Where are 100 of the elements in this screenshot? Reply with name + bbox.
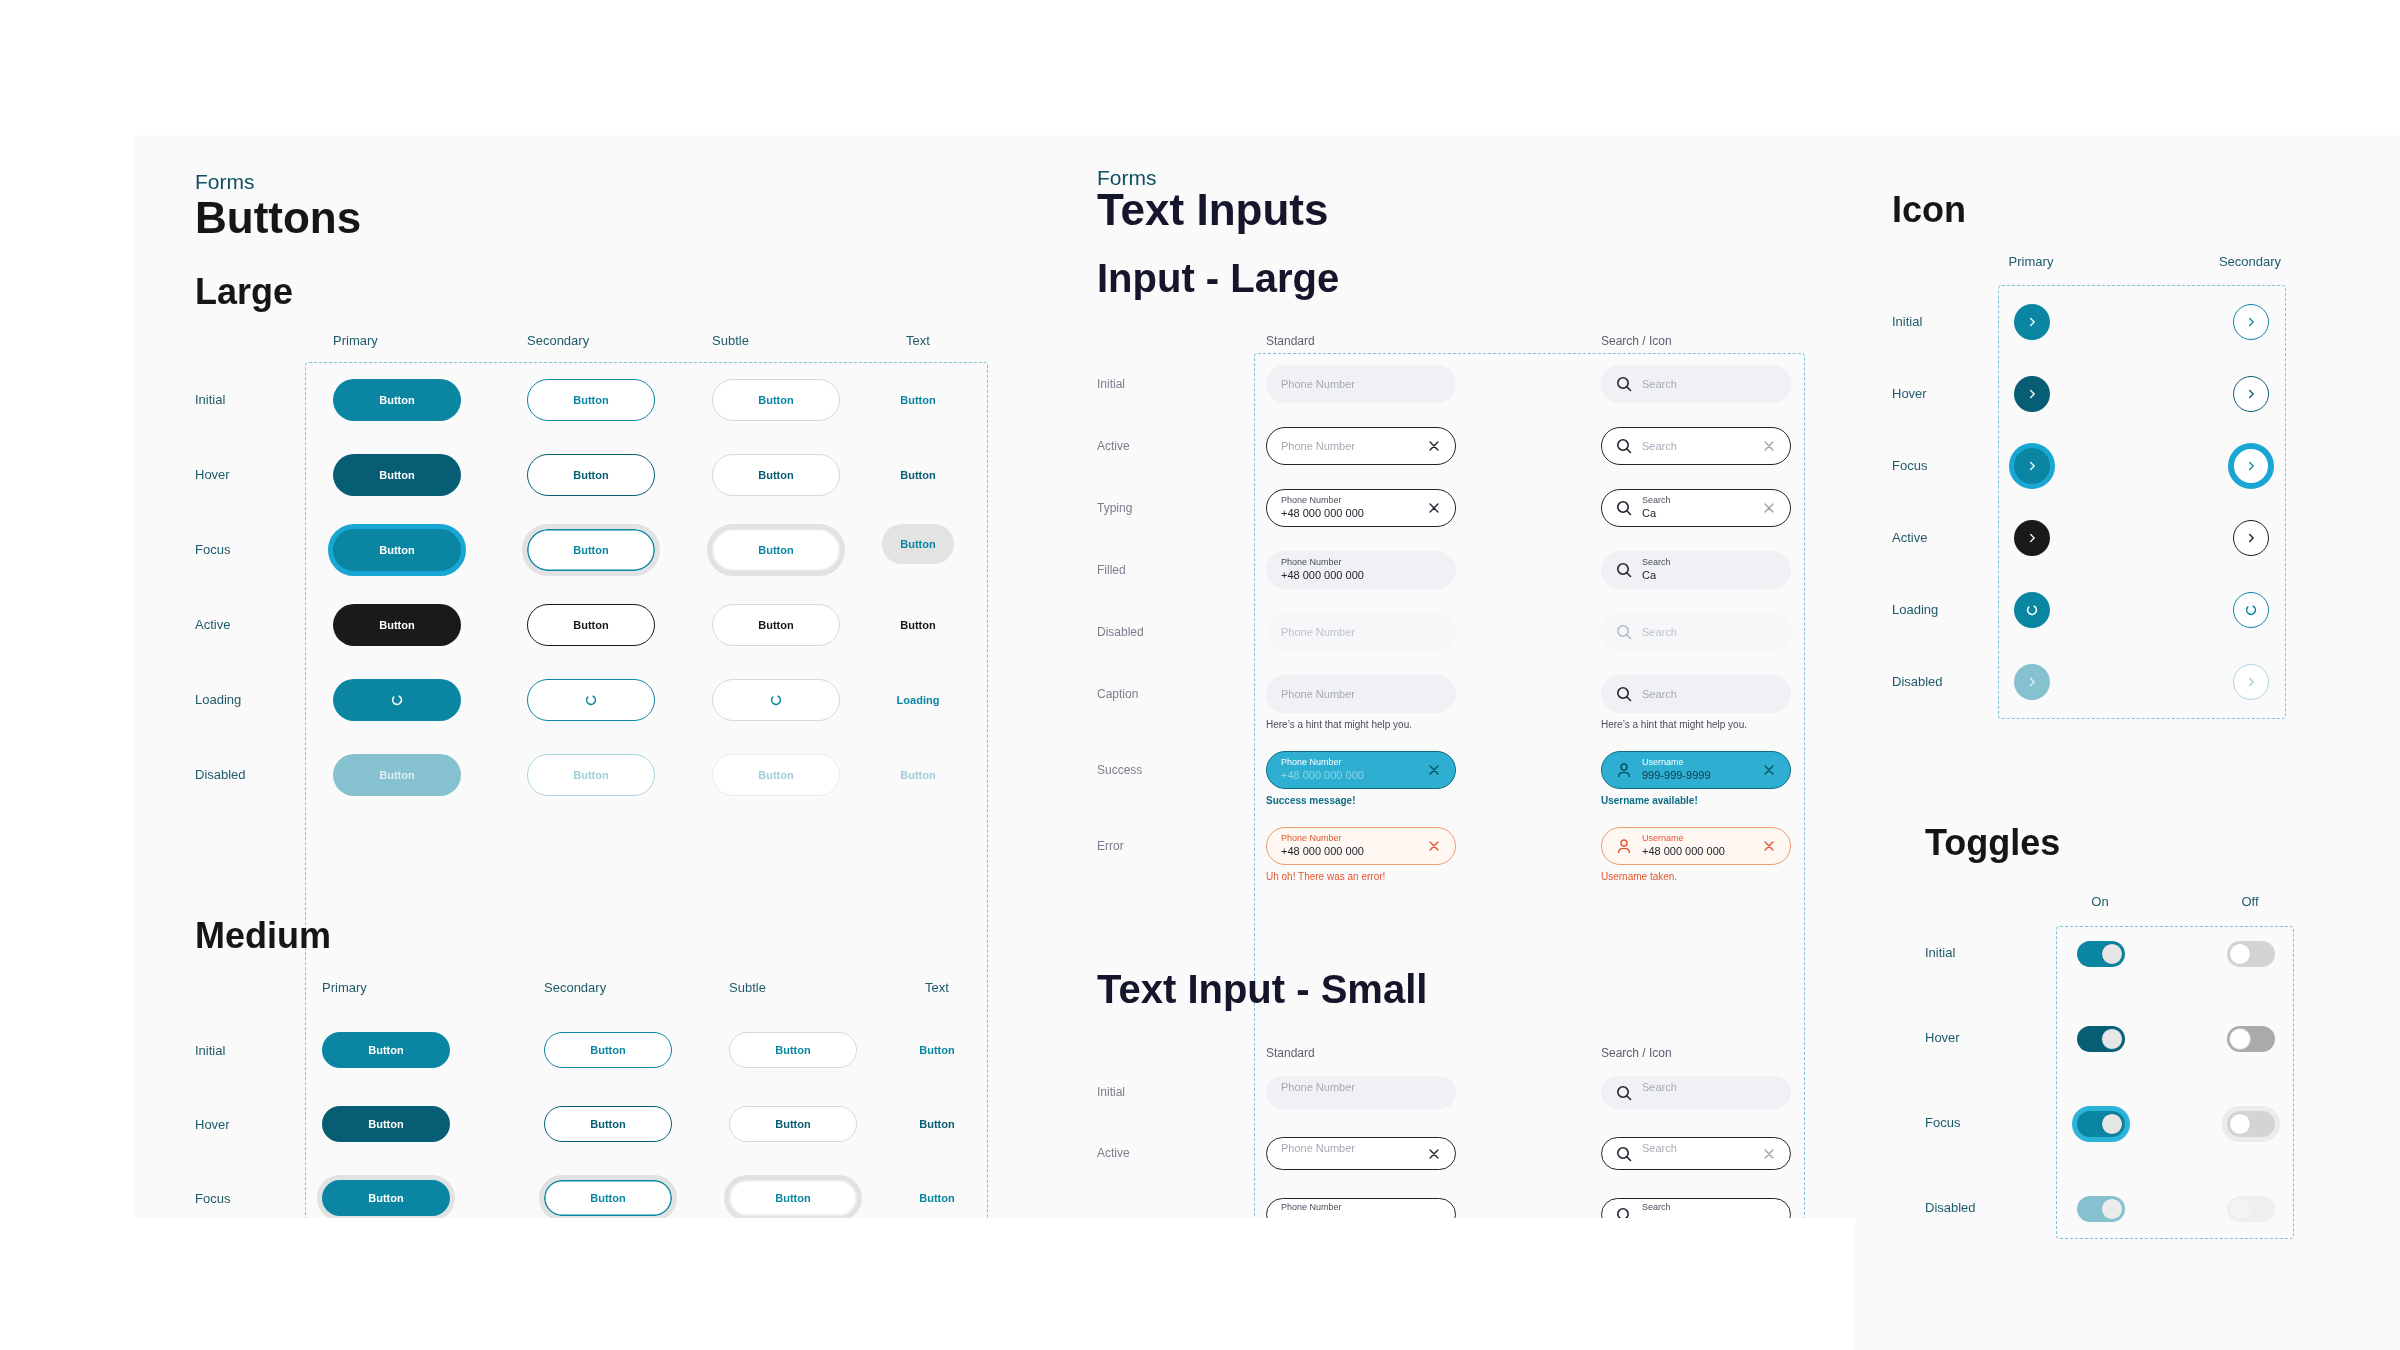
helper-text: Success message! <box>1266 794 1357 808</box>
secondary-button[interactable]: Button <box>527 378 655 421</box>
icon-button[interactable] <box>2014 376 2050 412</box>
search-field[interactable]: Search <box>1601 427 1791 465</box>
clear-icon[interactable] <box>1427 501 1441 515</box>
subtle-button[interactable]: Button <box>712 378 840 421</box>
secondary-button[interactable]: Button <box>527 603 655 646</box>
text-button[interactable]: Button <box>893 603 943 646</box>
row-label: Typing <box>1097 500 1134 517</box>
input-field[interactable]: Phone Number <box>1266 427 1456 465</box>
column-header: On <box>2090 893 2110 911</box>
search-field[interactable]: Search <box>1601 1137 1791 1170</box>
primary-button[interactable]: Button <box>328 523 466 576</box>
search-field[interactable]: Search <box>1601 365 1791 403</box>
primary-button[interactable] <box>333 678 461 721</box>
row-label: Active <box>1097 1145 1131 1162</box>
clear-icon[interactable] <box>1427 439 1441 453</box>
column-header: Standard <box>1266 1045 1316 1062</box>
text-button[interactable]: Button <box>882 523 954 564</box>
icon-button[interactable] <box>2014 520 2050 556</box>
toggle-switch[interactable] <box>2072 1106 2130 1142</box>
subtle-button[interactable]: Button <box>712 603 840 646</box>
input-field[interactable]: Phone Number +48 000 000 000 <box>1266 489 1456 527</box>
helper-text: Here’s a hint that might help you. <box>1601 718 1748 732</box>
toggle-switch[interactable] <box>2227 941 2275 967</box>
username-field[interactable]: Username 999-999-9999 <box>1601 751 1791 789</box>
row-label: Focus <box>1892 457 1929 473</box>
row-label: Initial <box>1925 945 1957 960</box>
helper-text: Username taken. <box>1601 870 1679 884</box>
subtle-button[interactable]: Button <box>707 523 845 576</box>
search-field[interactable]: Search <box>1601 675 1791 713</box>
subtle-button[interactable]: Button <box>729 1032 857 1068</box>
icon-button[interactable] <box>2233 520 2269 556</box>
search-field[interactable]: Search <box>1601 1076 1791 1109</box>
search-field[interactable]: Search Ca <box>1601 551 1791 589</box>
text-button[interactable]: Button <box>912 1180 962 1216</box>
primary-button[interactable]: Button <box>322 1032 450 1068</box>
primary-button[interactable]: Button <box>333 603 461 646</box>
search-icon <box>1616 376 1632 392</box>
search-field[interactable]: Search Ca <box>1601 489 1791 527</box>
secondary-button[interactable]: Button <box>544 1106 672 1142</box>
row-label: Initial <box>195 392 227 407</box>
text-button[interactable]: Button <box>912 1032 962 1068</box>
spinner-icon <box>584 692 598 707</box>
column-header: Secondary <box>544 979 608 997</box>
text-button[interactable]: Button <box>893 378 943 421</box>
column-header: Secondary <box>527 332 591 350</box>
section-title: Text Input - Small <box>1097 967 1429 1011</box>
section-title: Toggles <box>1925 823 2062 863</box>
spinner-icon <box>2244 603 2258 617</box>
row-label: Focus <box>1925 1115 1962 1130</box>
input-field[interactable]: Phone Number +48 000 000 000 <box>1266 751 1456 789</box>
column-header: Search / Icon <box>1601 333 1673 350</box>
column-header: Subtle <box>712 332 750 350</box>
input-field[interactable]: Phone Number +48 000 000 000 <box>1266 827 1456 865</box>
primary-button[interactable]: Button <box>333 378 461 421</box>
row-label: Success <box>1097 762 1144 779</box>
text-button[interactable]: Button <box>893 453 943 496</box>
search-icon <box>1616 500 1632 516</box>
primary-button[interactable]: Button <box>317 1175 455 1218</box>
row-label: Filled <box>1097 562 1127 579</box>
input-field[interactable]: Phone Number <box>1266 1198 1456 1218</box>
row-label: Active <box>1097 438 1131 455</box>
search-field[interactable]: Search <box>1601 1198 1791 1218</box>
subtle-button[interactable]: Button <box>729 1106 857 1142</box>
search-icon <box>1616 686 1632 702</box>
user-icon <box>1616 762 1632 778</box>
toggle-switch[interactable] <box>2077 1026 2125 1052</box>
primary-button[interactable]: Button <box>333 453 461 496</box>
row-label: Caption <box>1097 686 1140 703</box>
column-header: Search / Icon <box>1601 1045 1673 1062</box>
secondary-button[interactable]: Button <box>527 453 655 496</box>
row-label: Focus <box>195 1190 232 1206</box>
subtle-button[interactable]: Button <box>724 1175 862 1218</box>
username-field[interactable]: Username +48 000 000 000 <box>1601 827 1791 865</box>
text-button[interactable]: Loading <box>889 678 947 721</box>
input-field[interactable]: Phone Number +48 000 000 000 <box>1266 551 1456 589</box>
row-label: Initial <box>1892 313 1924 329</box>
secondary-button[interactable]: Button <box>522 523 660 576</box>
subtle-button[interactable]: Button <box>712 453 840 496</box>
spinner-icon <box>390 692 404 707</box>
toggle-switch[interactable] <box>2077 941 2125 967</box>
spinner-icon <box>2025 603 2039 617</box>
user-icon <box>1616 838 1632 854</box>
secondary-button[interactable] <box>527 678 655 721</box>
row-label: Initial <box>195 1042 227 1058</box>
row-label: Hover <box>1925 1030 1961 1045</box>
input-field[interactable]: Phone Number <box>1266 1137 1456 1170</box>
toggle-switch[interactable] <box>2227 1026 2275 1052</box>
section-title: Large <box>195 274 295 310</box>
helper-text: Here’s a hint that might help you. <box>1266 718 1413 732</box>
row-label: Focus <box>195 542 232 557</box>
page-title: Buttons <box>195 194 363 242</box>
column-header: Primary <box>333 332 379 350</box>
text-button[interactable]: Button <box>912 1106 962 1142</box>
primary-button[interactable]: Button <box>322 1106 450 1142</box>
column-header: Text <box>905 332 931 350</box>
search-icon <box>1616 1145 1632 1162</box>
secondary-button[interactable]: Button <box>544 1032 672 1068</box>
secondary-button[interactable]: Button <box>539 1175 677 1218</box>
